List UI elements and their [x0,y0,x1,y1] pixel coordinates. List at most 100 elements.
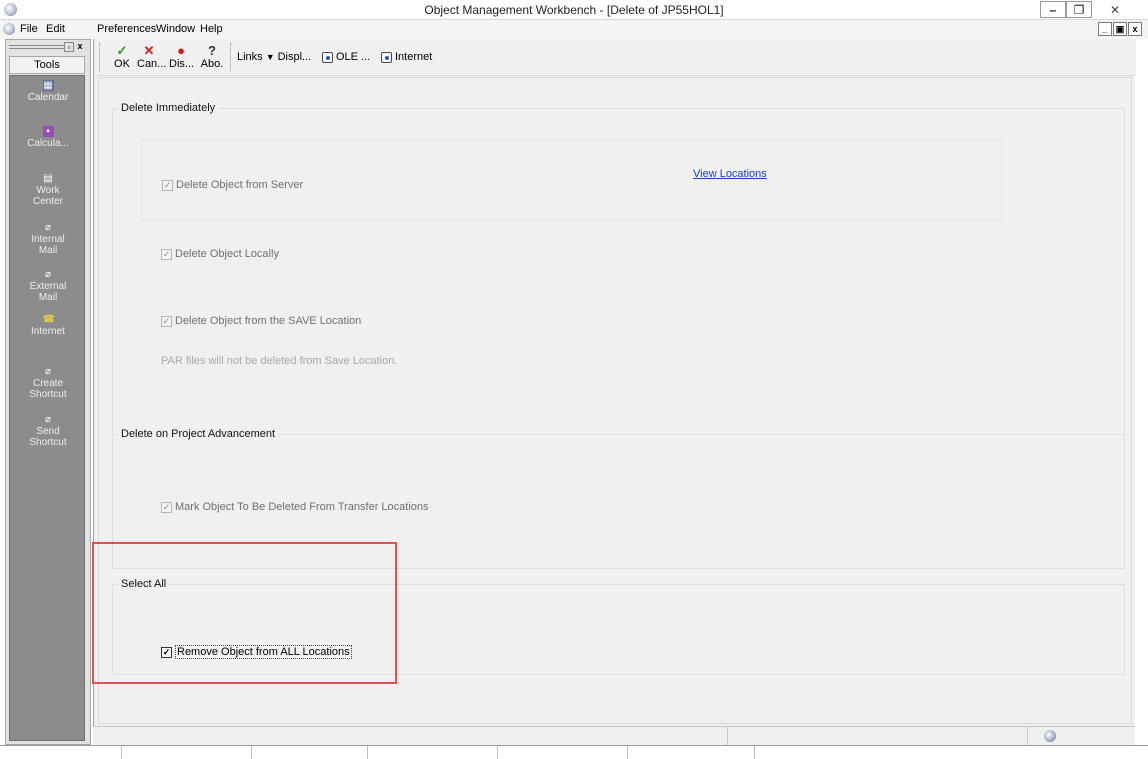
mdi-restore-button[interactable]: ▣ [1113,22,1127,36]
tool-external-mail[interactable]: ⌀ External Mail [10,269,86,303]
cancel-button[interactable]: ✕ Can... [137,43,166,71]
mdi-minimize-button[interactable]: _ [1098,22,1112,36]
maximize-button[interactable]: ❐ [1066,1,1092,18]
about-button[interactable]: ? Abo. [200,43,224,71]
ole-icon [322,51,333,63]
pin-icon[interactable]: ▫ [64,42,74,52]
bottom-segment [498,746,628,759]
ole-label: OLE ... [336,51,371,63]
toolbar-separator [230,43,231,71]
globe-icon [1044,730,1056,742]
display-label: Dis... [169,58,195,70]
displ-label: Displ... [277,51,312,63]
mdi-controls: _ ▣ x [1098,22,1142,36]
checkbox-label: Delete Object from Server [176,179,304,191]
bottom-segment [0,746,122,759]
toolbar-grip[interactable] [99,43,100,71]
links-menu[interactable]: Links ▼ Displ... [237,51,311,63]
ok-button[interactable]: ✓ OK [110,44,134,71]
tool-internal-mail[interactable]: ⌀ Internal Mail [10,222,86,256]
tool-label: Create [32,378,63,389]
internal-mail-icon: ⌀ [44,222,52,233]
highlight-annotation [92,542,397,684]
tool-label: Work [36,185,60,196]
left-frame-controls: ▫ x [6,40,90,54]
delete-save-location-checkbox[interactable]: ✓ Delete Object from the SAVE Location [161,315,361,327]
cancel-label: Can... [137,58,167,70]
menu-window[interactable]: Window [156,23,195,35]
bottom-segment [252,746,368,759]
send-shortcut-icon: ⌀ [44,414,52,425]
tools-header[interactable]: Tools [9,56,85,74]
checkbox-label: Delete Object Locally [175,248,279,260]
tool-label: Center [32,196,63,207]
bottom-segment [122,746,252,759]
external-mail-icon: ⌀ [44,269,52,280]
tool-create-shortcut[interactable]: ⌀ Create Shortcut [10,366,86,400]
tool-label: Internet [31,326,65,337]
checkbox-box: ✓ [161,315,172,327]
menu-file[interactable]: File [20,23,38,35]
status-bar [93,726,1135,746]
bottom-segment [628,746,755,759]
tool-label: External [29,281,67,292]
window-title: Object Management Workbench - [Delete of… [424,3,724,17]
menu-edit[interactable]: Edit [46,23,65,35]
internet-doc-icon [381,51,392,63]
tool-internet[interactable]: ☎ Internet [10,314,86,337]
tool-label: Mail [38,245,58,256]
tool-calculator[interactable]: ▪ Calcula... [10,126,86,149]
view-locations-link[interactable]: View Locations [693,168,767,180]
ok-label: OK [114,58,130,70]
status-segment [728,727,1028,746]
internet-label: Internet [395,51,433,63]
checkbox-label: Delete Object from the SAVE Location [175,315,362,327]
about-help-icon: ? [208,43,216,58]
display-button[interactable]: ● Dis... [169,43,195,71]
menu-help[interactable]: Help [200,23,223,35]
bottom-bar [0,745,1148,759]
tools-panel: ▦ Calendar ▪ Calcula... ▤ Work Center ⌀ … [9,75,85,741]
internet-button[interactable]: Internet [381,51,432,63]
toolbar: ✓ OK ✕ Can... ● Dis... ? Abo. Links ▼ Di… [94,39,1136,76]
mark-transfer-checkbox[interactable]: ✓ Mark Object To Be Deleted From Transfe… [161,501,429,513]
menu-bar: File Edit Preferences Window Help _ ▣ x [0,20,1148,39]
tool-label: Shortcut [29,389,67,400]
ole-button[interactable]: OLE ... [322,51,370,63]
par-files-note: PAR files will not be deleted from Save … [161,355,398,367]
delete-locally-checkbox[interactable]: ✓ Delete Object Locally [161,248,279,260]
server-box: ✓ Delete Object from Server View Locatio… [141,139,1002,221]
bottom-segment [368,746,498,759]
tool-label: Calcula... [27,138,69,149]
grip-handle[interactable] [9,45,64,49]
tool-label: Send [36,426,60,437]
cancel-x-icon: ✕ [143,43,155,58]
about-label: Abo. [200,58,224,70]
close-button[interactable]: ✕ [1092,0,1138,20]
close-icon[interactable]: x [75,42,85,52]
delete-from-server-checkbox[interactable]: ✓ Delete Object from Server [162,179,303,191]
tool-send-shortcut[interactable]: ⌀ Send Shortcut [10,414,86,448]
tool-label: Mail [38,292,58,303]
calculator-icon: ▪ [42,126,54,137]
display-icon: ● [177,43,185,58]
checkbox-label: Mark Object To Be Deleted From Transfer … [175,501,429,513]
delete-immediately-group: Delete Immediately ✓ Delete Object from … [112,102,1125,440]
document-icon[interactable] [3,23,15,35]
checkbox-box: ✓ [162,179,173,191]
tool-work-center[interactable]: ▤ Work Center [10,173,86,207]
project-advancement-title: Delete on Project Advancement [118,428,279,440]
menu-preferences[interactable]: Preferences [97,23,156,35]
links-label: Links [237,51,263,63]
mdi-close-button[interactable]: x [1128,22,1142,36]
tool-label: Calendar [27,92,69,103]
create-shortcut-icon: ⌀ [44,366,52,377]
status-segment [93,727,728,746]
work-center-icon: ▤ [43,173,53,184]
internet-icon: ☎ [42,314,55,325]
left-tools-frame: ▫ x Tools ▦ Calendar ▪ Calcula... ▤ Work… [5,39,91,745]
tool-calendar[interactable]: ▦ Calendar [10,80,86,103]
minimize-button[interactable]: – [1040,1,1066,18]
checkbox-box: ✓ [161,248,172,260]
checkbox-box: ✓ [161,501,172,513]
